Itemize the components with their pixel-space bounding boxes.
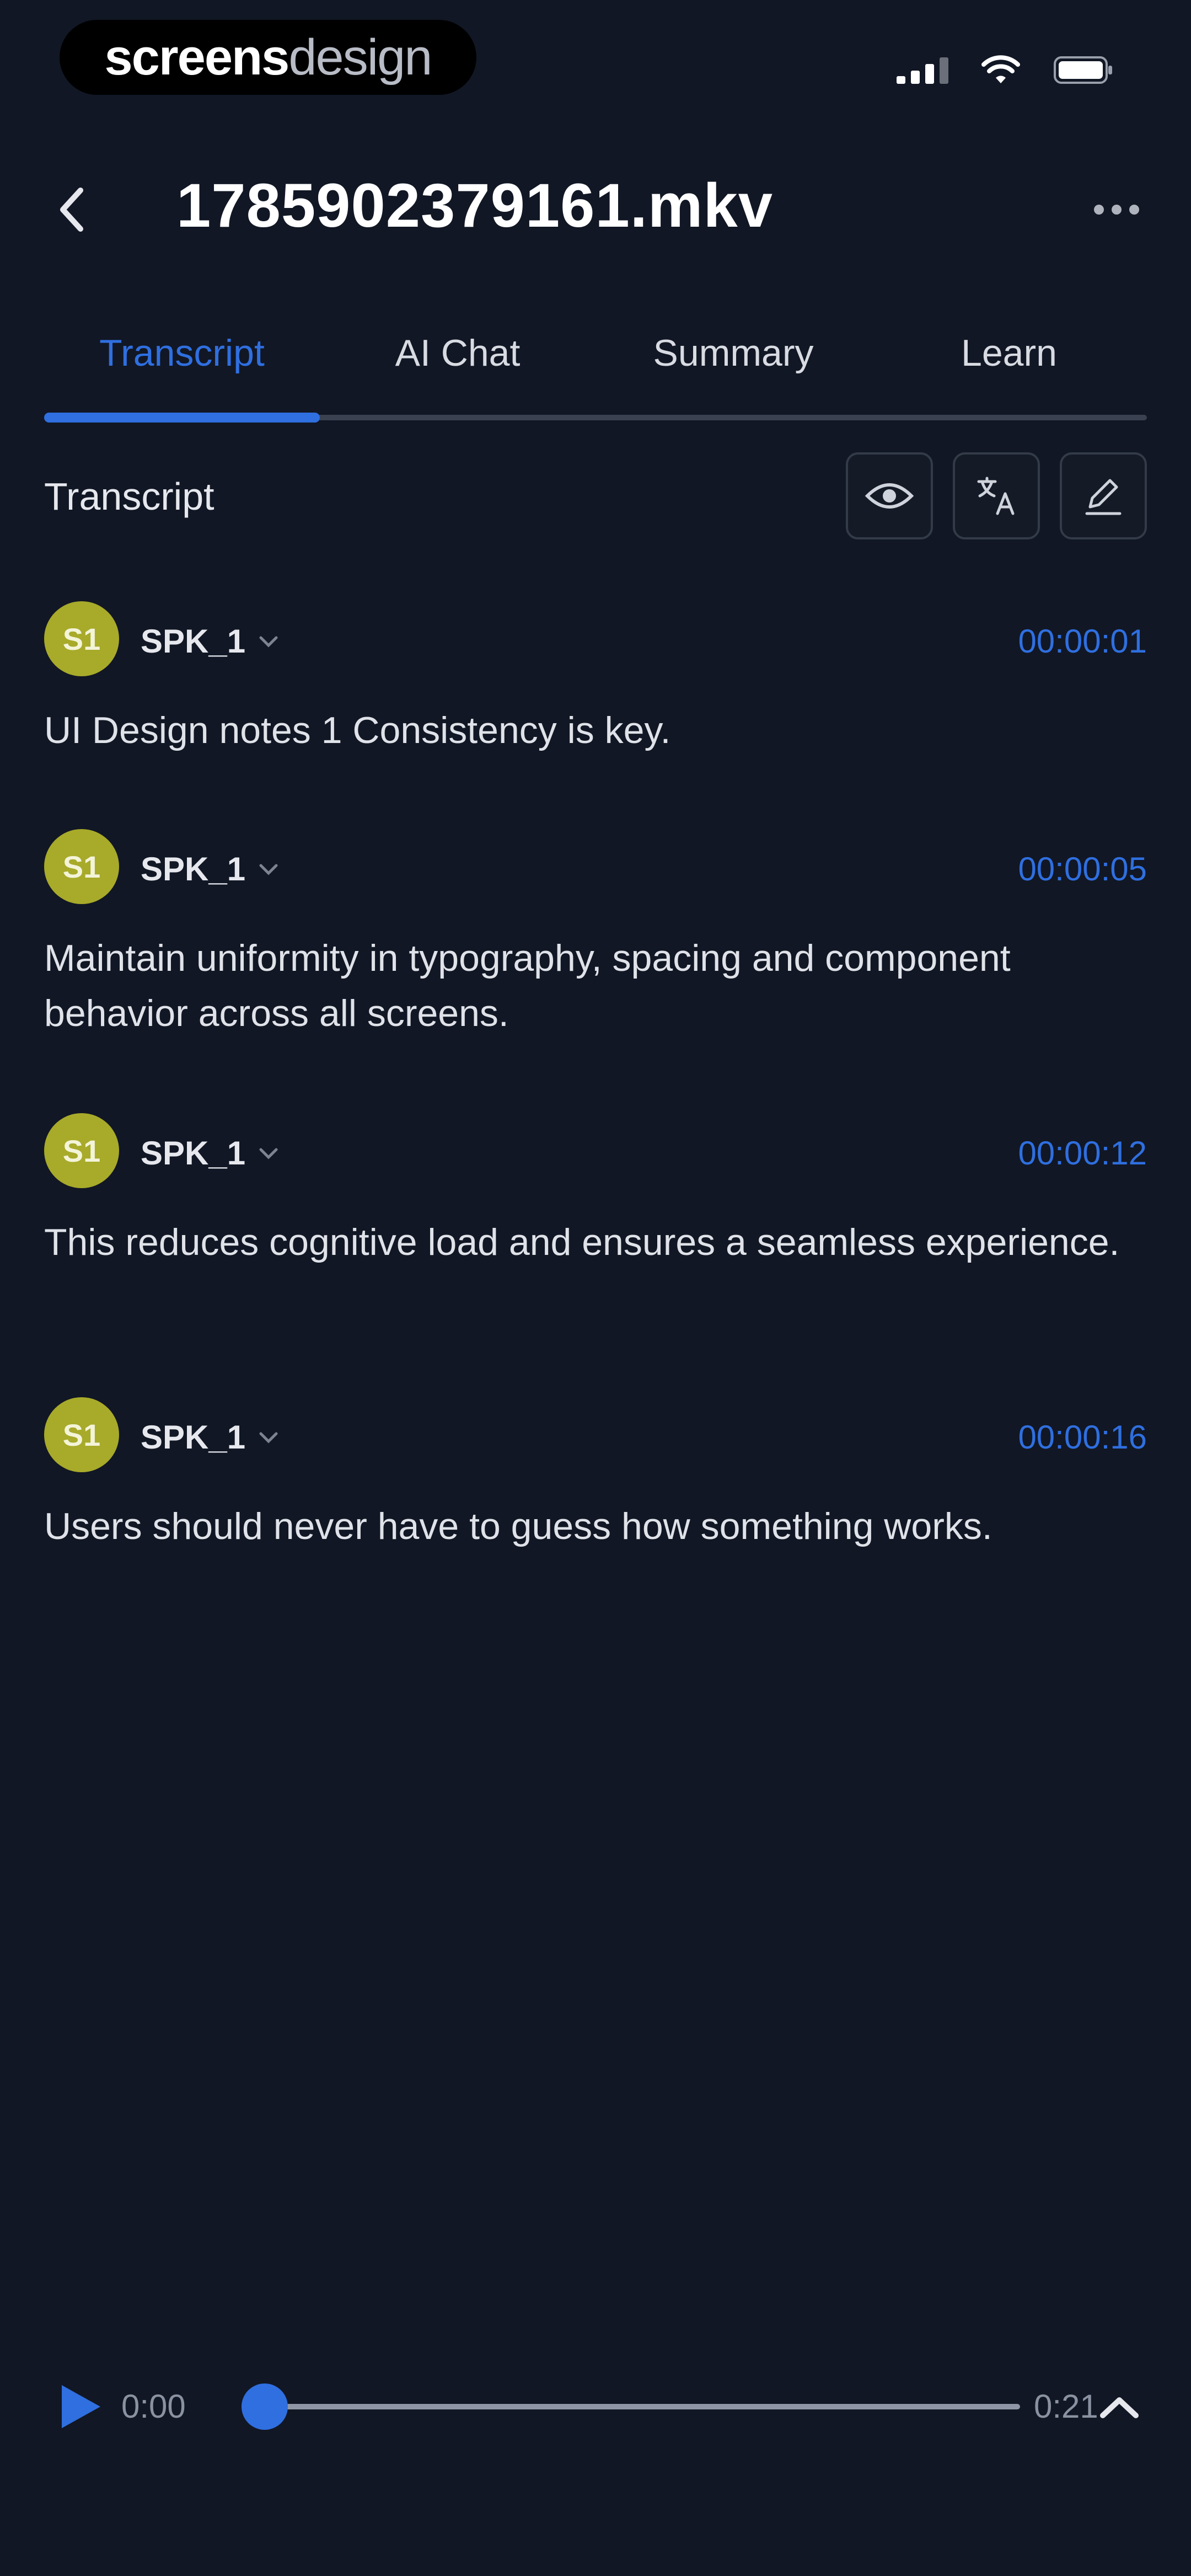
speaker-name: SPK_1 xyxy=(141,1419,246,1456)
tab-ai-chat[interactable]: AI Chat xyxy=(320,309,596,397)
segment-timestamp[interactable]: 00:00:05 xyxy=(1018,850,1147,888)
page-title: 1785902379161.mkv xyxy=(176,171,774,240)
wifi-icon xyxy=(981,55,1020,83)
segment-header: S1 SPK_1 00:00:12 xyxy=(44,1113,1147,1190)
speaker-selector[interactable]: SPK_1 xyxy=(141,850,280,888)
segment-timestamp[interactable]: 00:00:16 xyxy=(1018,1418,1147,1456)
status-bar: screens design xyxy=(0,0,1191,138)
expand-player-button[interactable] xyxy=(1092,2380,1147,2435)
status-icons xyxy=(897,51,1114,89)
segment-timestamp[interactable]: 00:00:01 xyxy=(1018,622,1147,660)
translate-button[interactable] xyxy=(953,452,1040,539)
speaker-selector[interactable]: SPK_1 xyxy=(141,1134,280,1172)
total-duration: 0:21 xyxy=(1034,2388,1098,2425)
segment-text: This reduces cognitive load and ensures … xyxy=(44,1221,1120,1263)
tab-transcript[interactable]: Transcript xyxy=(44,309,320,397)
tab-bar: Transcript AI Chat Summary Learn xyxy=(44,309,1147,425)
back-button[interactable] xyxy=(44,182,99,237)
transcript-segment: S1 SPK_1 00:00:12 This reduces cognitive… xyxy=(44,1113,1147,1270)
watermark-light-text: design xyxy=(288,29,432,85)
transcript-segment: S1 SPK_1 00:00:05 Maintain uniformity in… xyxy=(44,829,1147,1041)
current-time: 0:00 xyxy=(121,2388,186,2425)
speaker-name: SPK_1 xyxy=(141,851,246,888)
seek-bar[interactable] xyxy=(242,2383,1020,2430)
edit-icon xyxy=(1085,479,1122,515)
tab-learn[interactable]: Learn xyxy=(871,309,1147,397)
chevron-down-icon xyxy=(259,1148,278,1159)
transcript-segment: S1 SPK_1 00:00:16 Users should never hav… xyxy=(44,1397,1147,1554)
toggle-visibility-button[interactable] xyxy=(846,452,933,539)
segment-text: Users should never have to guess how som… xyxy=(44,1505,993,1547)
eye-icon xyxy=(865,483,914,509)
chevron-up-icon xyxy=(1100,2397,1139,2418)
play-button[interactable] xyxy=(55,2382,105,2431)
more-horizontal-icon xyxy=(1094,205,1139,215)
segment-timestamp[interactable]: 00:00:12 xyxy=(1018,1134,1147,1172)
speaker-avatar: S1 xyxy=(44,601,119,676)
translate-icon xyxy=(977,477,1015,515)
chevron-down-icon xyxy=(259,864,278,875)
segment-text: Maintain uniformity in typography, spaci… xyxy=(44,937,1011,1034)
transcript-segment: S1 SPK_1 00:00:01 UI Design notes 1 Cons… xyxy=(44,601,1147,758)
speaker-name: SPK_1 xyxy=(141,1135,246,1172)
chevron-left-icon xyxy=(60,188,83,232)
more-options-button[interactable] xyxy=(1081,182,1152,237)
speaker-avatar: S1 xyxy=(44,1113,119,1188)
chevron-down-icon xyxy=(259,1432,278,1444)
battery-icon xyxy=(1054,56,1112,84)
audio-player: 0:00 0:21 xyxy=(44,2372,1147,2438)
active-tab-indicator xyxy=(44,413,320,423)
seek-handle[interactable] xyxy=(242,2383,288,2430)
edit-transcript-button[interactable] xyxy=(1060,452,1147,539)
segment-header: S1 SPK_1 00:00:05 xyxy=(44,829,1147,906)
transcript-toolbar xyxy=(846,452,1147,539)
segment-text: UI Design notes 1 Consistency is key. xyxy=(44,709,671,751)
play-icon xyxy=(62,2385,100,2428)
segment-header: S1 SPK_1 00:00:16 xyxy=(44,1397,1147,1474)
speaker-name: SPK_1 xyxy=(141,623,246,660)
speaker-selector[interactable]: SPK_1 xyxy=(141,622,280,660)
speaker-selector[interactable]: SPK_1 xyxy=(141,1418,280,1456)
tab-summary[interactable]: Summary xyxy=(596,309,871,397)
header-bar: 1785902379161.mkv xyxy=(0,160,1191,259)
speaker-avatar: S1 xyxy=(44,829,119,904)
watermark-bold-text: screens xyxy=(104,29,290,85)
transcript-section-header: Transcript xyxy=(44,452,1147,541)
section-title: Transcript xyxy=(44,475,214,518)
segment-header: S1 SPK_1 00:00:01 xyxy=(44,601,1147,678)
watermark-logo: screens design xyxy=(60,20,476,95)
chevron-down-icon xyxy=(259,636,278,648)
speaker-avatar: S1 xyxy=(44,1397,119,1472)
cellular-signal-icon xyxy=(897,56,948,84)
